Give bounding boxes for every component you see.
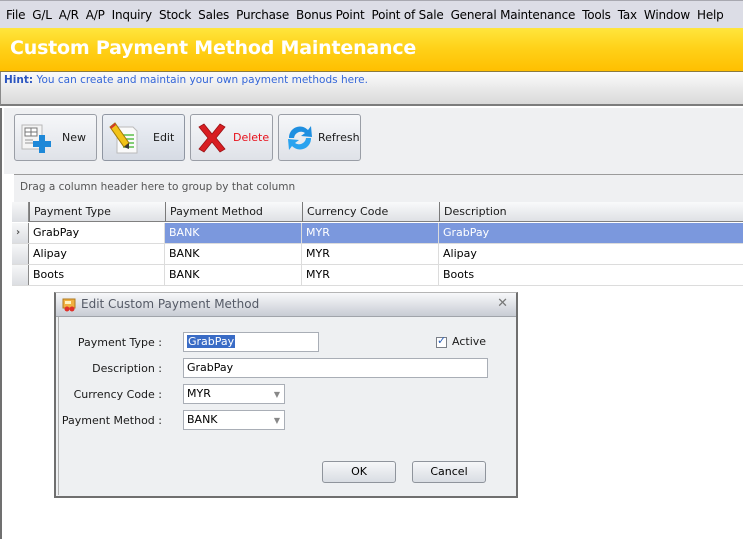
- currency-code-select[interactable]: MYR ▼: [183, 384, 285, 404]
- payment-method-select[interactable]: BANK ▼: [183, 410, 285, 430]
- refresh-button-label: Refresh: [318, 131, 360, 144]
- grid-header: Payment Type Payment Method Currency Cod…: [12, 202, 743, 222]
- refresh-icon: [283, 121, 317, 155]
- menu-bonus-point[interactable]: Bonus Point: [296, 8, 365, 22]
- cell-payment-method[interactable]: BANK: [165, 265, 302, 285]
- close-icon[interactable]: ✕: [497, 296, 508, 311]
- menu-inquiry[interactable]: Inquiry: [112, 8, 153, 22]
- new-document-icon: [19, 121, 53, 155]
- page-title: Custom Payment Method Maintenance: [10, 37, 417, 59]
- currency-code-label: Currency Code :: [73, 388, 162, 401]
- description-input[interactable]: GrabPay: [183, 358, 488, 378]
- cell-description[interactable]: Boots: [439, 265, 743, 285]
- dialog-titlebar[interactable]: Edit Custom Payment Method ✕: [56, 293, 516, 317]
- chevron-down-icon[interactable]: ▼: [274, 412, 280, 430]
- menu-point-of-sale[interactable]: Point of Sale: [371, 8, 443, 22]
- menu-gl[interactable]: G/L: [32, 8, 52, 22]
- table-row[interactable]: Alipay BANK MYR Alipay: [12, 244, 743, 265]
- menu-ap[interactable]: A/P: [86, 8, 105, 22]
- payment-type-input[interactable]: GrabPay: [183, 332, 319, 352]
- hint-text: Hint: You can create and maintain your o…: [4, 74, 368, 86]
- delete-button[interactable]: Delete: [190, 114, 273, 161]
- cell-payment-type[interactable]: GrabPay: [29, 223, 165, 243]
- active-checkbox[interactable]: ✓: [436, 334, 447, 348]
- edit-pencil-icon: [107, 121, 141, 155]
- cancel-button[interactable]: Cancel: [412, 461, 486, 483]
- dialog-app-icon: [62, 297, 77, 312]
- table-row[interactable]: › GrabPay BANK MYR GrabPay: [12, 223, 743, 244]
- active-label: Active: [452, 335, 487, 348]
- cell-currency-code[interactable]: MYR: [302, 265, 439, 285]
- column-header-payment-type[interactable]: Payment Type: [29, 202, 166, 222]
- cell-currency-code[interactable]: MYR: [302, 244, 439, 264]
- column-header-description[interactable]: Description: [439, 202, 743, 222]
- menu-ar[interactable]: A/R: [59, 8, 79, 22]
- refresh-button[interactable]: Refresh: [278, 114, 361, 161]
- menu-tax[interactable]: Tax: [618, 8, 637, 22]
- row-indicator[interactable]: [12, 244, 29, 264]
- cell-payment-type[interactable]: Boots: [29, 265, 165, 285]
- row-indicator[interactable]: ›: [12, 223, 29, 243]
- cell-payment-type[interactable]: Alipay: [29, 244, 165, 264]
- group-by-hint: Drag a column header here to group by th…: [20, 181, 296, 193]
- menu-tools[interactable]: Tools: [582, 8, 611, 22]
- menu-stock[interactable]: Stock: [159, 8, 191, 22]
- delete-button-label: Delete: [233, 131, 270, 144]
- description-label: Description :: [92, 362, 162, 375]
- cell-payment-method[interactable]: BANK: [165, 244, 302, 264]
- title-banner: Custom Payment Method Maintenance: [0, 28, 743, 72]
- edit-payment-method-dialog: Edit Custom Payment Method ✕ Payment Typ…: [54, 292, 518, 498]
- payment-type-label: Payment Type :: [77, 336, 162, 349]
- hint-label: Hint:: [4, 74, 34, 86]
- menu-help[interactable]: Help: [697, 8, 724, 22]
- description-value: GrabPay: [187, 361, 234, 374]
- cell-payment-method[interactable]: BANK: [165, 223, 302, 243]
- menu-bar: File G/L A/R A/P Inquiry Stock Sales Pur…: [0, 0, 743, 28]
- hint-bar: Hint: You can create and maintain your o…: [0, 72, 743, 106]
- menu-sales[interactable]: Sales: [198, 8, 229, 22]
- hint-message: You can create and maintain your own pay…: [36, 74, 368, 86]
- payment-method-label: Payment Method :: [61, 414, 162, 427]
- chevron-down-icon[interactable]: ▼: [274, 386, 280, 404]
- dialog-title: Edit Custom Payment Method: [81, 297, 260, 311]
- column-header-currency-code[interactable]: Currency Code: [302, 202, 440, 222]
- menu-file[interactable]: File: [6, 8, 25, 22]
- cell-description[interactable]: Alipay: [439, 244, 743, 264]
- payment-method-value: BANK: [187, 413, 218, 426]
- ok-button[interactable]: OK: [322, 461, 396, 483]
- cell-currency-code[interactable]: MYR: [302, 223, 439, 243]
- menu-purchase[interactable]: Purchase: [236, 8, 289, 22]
- edit-button[interactable]: Edit: [102, 114, 185, 161]
- dialog-body: Payment Type : GrabPay ✓ Active Descript…: [58, 317, 514, 495]
- new-button[interactable]: New: [14, 114, 97, 161]
- table-row[interactable]: Boots BANK MYR Boots: [12, 265, 743, 286]
- menu-general-maintenance[interactable]: General Maintenance: [451, 8, 576, 22]
- column-header-payment-method[interactable]: Payment Method: [165, 202, 303, 222]
- payment-type-value: GrabPay: [187, 335, 236, 348]
- cell-description[interactable]: GrabPay: [439, 223, 743, 243]
- edit-button-label: Edit: [153, 131, 175, 144]
- toolbar: New Edit Delete Refresh: [4, 108, 743, 174]
- header-indicator: [12, 202, 29, 222]
- current-row-arrow-icon: ›: [16, 227, 21, 238]
- menu-window[interactable]: Window: [644, 8, 690, 22]
- delete-x-icon: [195, 121, 229, 155]
- checkmark-icon: ✓: [437, 334, 447, 347]
- row-indicator[interactable]: [12, 265, 29, 285]
- currency-code-value: MYR: [187, 387, 211, 400]
- new-button-label: New: [62, 131, 86, 144]
